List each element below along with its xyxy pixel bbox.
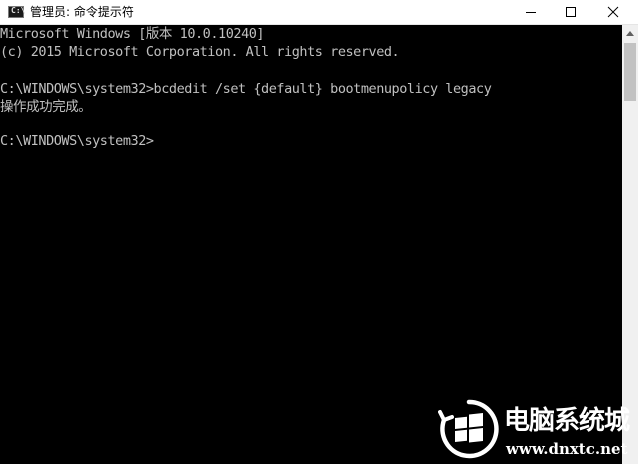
console-line: C:\WINDOWS\system32>bcdedit /set {defaul…: [0, 81, 492, 97]
console-prompt-line[interactable]: C:\WINDOWS\system32>: [0, 132, 154, 150]
maximize-button[interactable]: [548, 0, 594, 24]
console-line: (c) 2015 Microsoft Corporation. All righ…: [0, 44, 400, 60]
scrollbar-thumb[interactable]: [624, 43, 636, 101]
cmd-icon-glyph: C:\: [11, 6, 26, 15]
title-bar[interactable]: C:\ 管理员: 命令提示符: [0, 0, 638, 25]
scroll-up-button[interactable]: [622, 25, 638, 42]
windows-logo-icon: [438, 399, 499, 459]
console-line: 操作成功完成。: [0, 99, 92, 115]
watermark-title: 电脑系统城: [504, 406, 630, 436]
window-title: 管理员: 命令提示符: [30, 5, 134, 19]
scroll-up-arrow-icon: [626, 31, 634, 36]
cmd-icon[interactable]: C:\: [8, 6, 26, 18]
watermark: 电脑系统城 www.dnxtc.net: [438, 398, 638, 464]
watermark-url: www.dnxtc.net: [506, 440, 628, 458]
close-icon: [607, 6, 619, 18]
command-prompt-window: C:\ 管理员: 命令提示符 Microsoft Windows [版本 10.…: [0, 0, 638, 464]
console-line: Microsoft Windows [版本 10.0.10240]: [0, 26, 265, 42]
minimize-icon: [526, 12, 536, 13]
close-button[interactable]: [590, 0, 636, 24]
maximize-icon: [566, 7, 576, 17]
